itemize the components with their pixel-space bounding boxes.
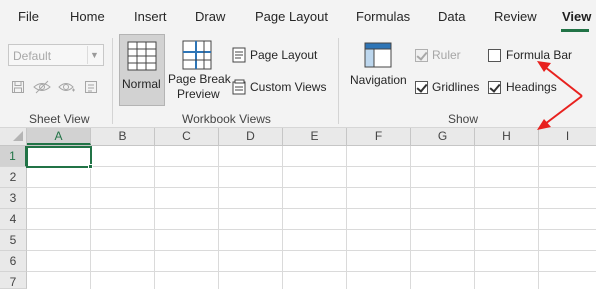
headings-label: Headings [506,80,557,94]
row-header-3[interactable]: 3 [0,188,27,209]
options-icon[interactable] [84,80,98,94]
page-break-preview-icon [182,40,212,70]
formula-bar-checkbox[interactable] [488,49,501,62]
group-separator [338,38,339,124]
gridlines-checkbox[interactable] [415,81,428,94]
navigation-button[interactable]: Navigation [346,34,410,94]
tab-data[interactable]: Data [438,9,465,24]
column-header-i[interactable]: I [539,128,596,145]
normal-view-label: Normal [122,77,161,91]
column-header-h[interactable]: H [475,128,539,145]
select-all-corner[interactable] [0,128,27,145]
column-header-f[interactable]: F [347,128,411,145]
column-header-a[interactable]: A [27,128,91,145]
select-all-triangle-icon [13,131,23,141]
fill-handle[interactable] [88,164,93,169]
ribbon: Default ▼ Sheet View Normal Page Break P… [0,34,596,128]
column-headers: A B C D E F G H I [0,128,596,146]
normal-view-button[interactable]: Normal [119,34,165,106]
column-header-d[interactable]: D [219,128,283,145]
navigation-label: Navigation [350,73,407,87]
page-break-preview-button[interactable]: Page Break Preview [166,34,231,106]
headings-checkbox[interactable] [488,81,501,94]
column-header-g[interactable]: G [411,128,475,145]
active-cell-a1[interactable] [26,146,92,168]
row-header-7[interactable]: 7 [0,272,27,289]
workbook-views-group-label: Workbook Views [182,112,271,126]
ruler-label: Ruler [432,48,461,62]
page-break-preview-label-line1: Page Break [168,72,231,86]
row-header-4[interactable]: 4 [0,209,27,230]
tab-formulas[interactable]: Formulas [356,9,410,24]
row-header-1[interactable]: 1 [0,146,27,167]
custom-views-button[interactable]: Custom Views [232,78,332,96]
tab-view[interactable]: View [562,9,591,24]
navigation-icon [364,42,392,68]
eye-icon[interactable] [33,80,51,94]
tab-review[interactable]: Review [494,9,537,24]
group-separator [112,38,113,124]
column-header-c[interactable]: C [155,128,219,145]
tab-insert[interactable]: Insert [134,9,167,24]
tab-file[interactable]: File [18,9,39,24]
gridlines-label: Gridlines [432,80,480,94]
ruler-checkbox[interactable] [415,49,428,62]
show-group-label: Show [448,112,479,126]
column-header-b[interactable]: B [91,128,155,145]
sheet-view-value: Default [13,49,52,63]
custom-views-icon [232,79,246,95]
save-view-icon[interactable] [11,80,25,94]
page-layout-icon [232,47,246,63]
page-layout-view-label: Page Layout [250,48,318,62]
tab-page-layout[interactable]: Page Layout [255,9,328,24]
tab-home[interactable]: Home [70,9,105,24]
page-break-preview-label-line2: Preview [177,87,220,101]
custom-views-label: Custom Views [250,80,327,94]
sheet-view-dropdown[interactable]: Default ▼ [8,44,104,66]
row-header-6[interactable]: 6 [0,251,27,272]
column-header-e[interactable]: E [283,128,347,145]
eye-plus-icon[interactable] [58,80,76,94]
formula-bar-label: Formula Bar [506,48,573,62]
cell-grid[interactable] [27,146,596,289]
tab-draw[interactable]: Draw [195,9,225,24]
active-tab-indicator [561,29,589,32]
row-header-2[interactable]: 2 [0,167,27,188]
normal-view-icon [127,41,157,71]
chevron-down-icon: ▼ [87,46,101,64]
ribbon-tabs: File Home Insert Draw Page Layout Formul… [0,0,596,34]
sheet-view-group-label: Sheet View [29,112,90,126]
page-layout-view-button[interactable]: Page Layout [232,46,332,64]
row-header-5[interactable]: 5 [0,230,27,251]
